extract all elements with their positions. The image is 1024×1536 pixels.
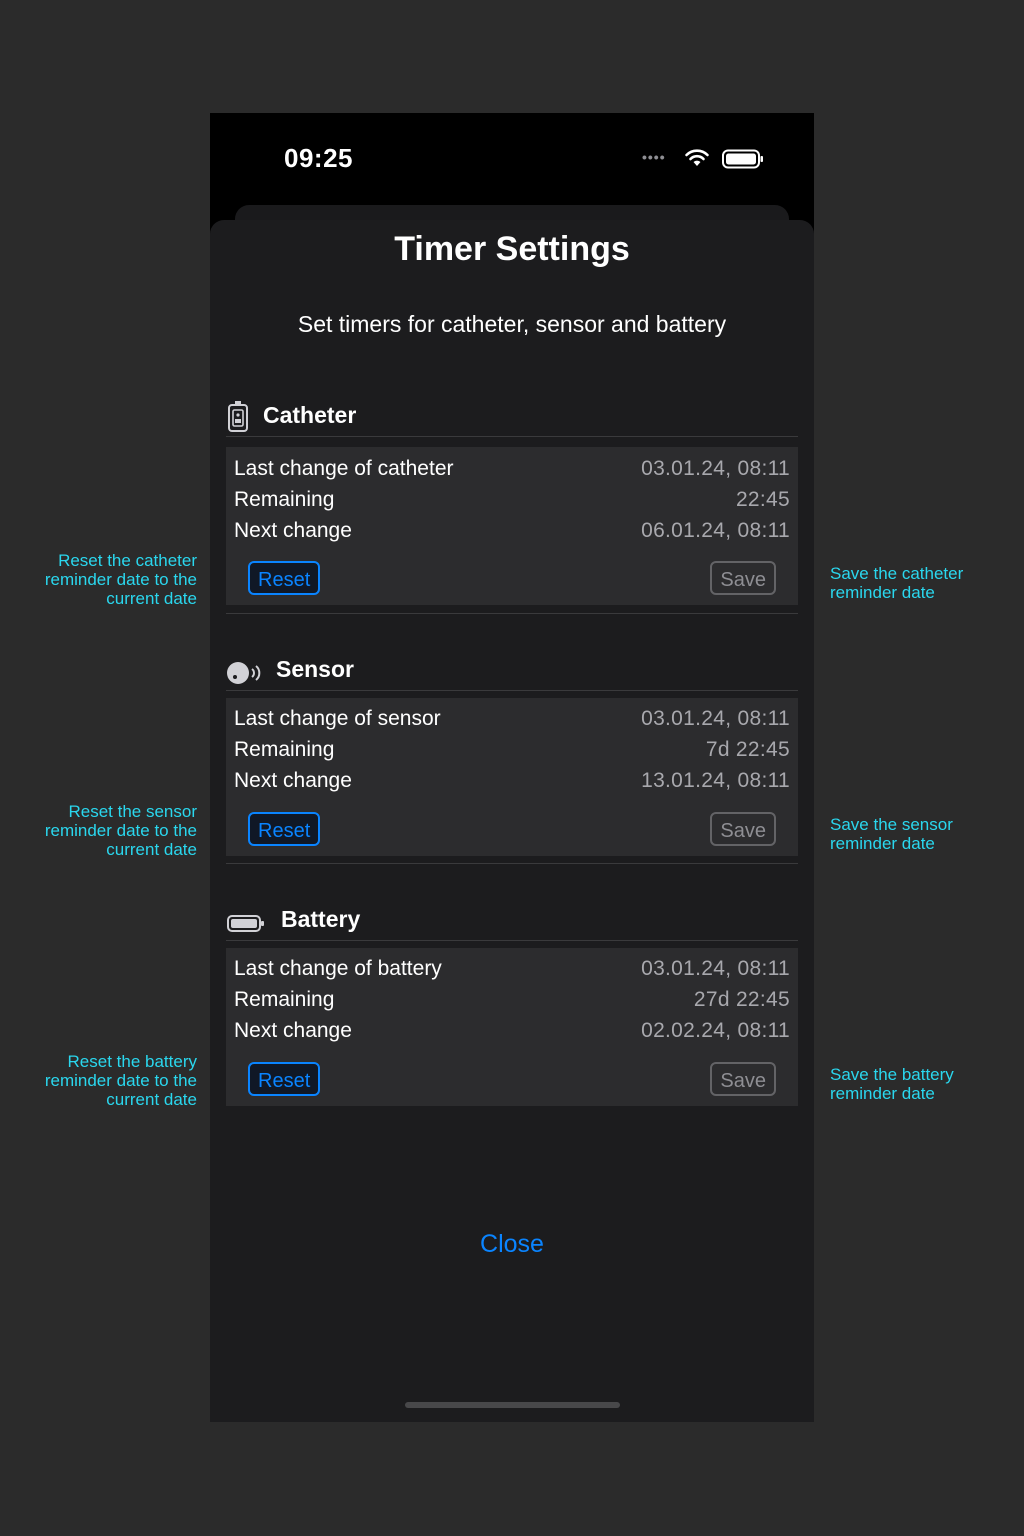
row-label: Next change	[234, 519, 352, 542]
sensor-next-change-row: Next change 13.01.24, 08:11	[234, 769, 790, 799]
row-value: 03.01.24, 08:11	[641, 707, 790, 730]
annotation-line: current date	[106, 840, 197, 859]
row-label: Remaining	[234, 738, 335, 761]
annotation-battery-reset: Reset the battery reminder date to the c…	[0, 1052, 197, 1109]
annotation-sensor-save: Save the sensor reminder date	[830, 815, 1020, 853]
annotation-line: Reset the sensor	[68, 802, 197, 821]
sensor-card: Last change of sensor 03.01.24, 08:11 Re…	[226, 698, 798, 856]
sensor-icon	[227, 662, 261, 684]
annotation-battery-save: Save the battery reminder date	[830, 1065, 1020, 1103]
sheet-title: Timer Settings	[394, 230, 630, 268]
catheter-section-header: Catheter	[226, 400, 798, 437]
home-indicator	[405, 1402, 620, 1408]
row-value: 02.02.24, 08:11	[641, 1019, 790, 1042]
annotation-line: Save the catheter	[830, 564, 964, 583]
battery-card: Last change of battery 03.01.24, 08:11 R…	[226, 948, 798, 1106]
battery-section-title: Battery	[281, 906, 361, 932]
battery-section-header: Battery	[226, 904, 798, 941]
annotation-line: Save the sensor	[830, 815, 953, 834]
annotation-line: reminder date to the	[44, 821, 197, 840]
annotation-line: reminder date	[830, 583, 935, 602]
annotation-line: Save the battery	[830, 1065, 954, 1084]
row-value: 06.01.24, 08:11	[641, 519, 790, 542]
catheter-reset-button[interactable]: Reset	[248, 561, 321, 595]
battery-last-change-row: Last change of battery 03.01.24, 08:11	[234, 957, 790, 987]
battery-status-icon	[722, 149, 763, 169]
status-time: 09:25	[284, 143, 353, 173]
annotation-sensor-reset: Reset the sensor reminder date to the cu…	[0, 802, 197, 859]
row-value: 7d 22:45	[705, 738, 790, 761]
section-divider	[226, 863, 798, 864]
row-value: 03.01.24, 08:11	[641, 457, 790, 480]
row-value: 13.01.24, 08:11	[641, 769, 790, 792]
catheter-icon	[228, 401, 248, 432]
battery-icon	[227, 915, 264, 932]
battery-remaining-row: Remaining 27d 22:45	[234, 988, 790, 1018]
catheter-next-change-row: Next change 06.01.24, 08:11	[234, 519, 790, 549]
row-value: 27d 22:45	[693, 988, 790, 1011]
row-label: Last change of battery	[234, 957, 442, 980]
section-divider	[226, 613, 798, 614]
close-button[interactable]: Close	[210, 1230, 814, 1259]
annotation-line: Reset the catheter	[58, 551, 197, 570]
row-value: 03.01.24, 08:11	[641, 957, 790, 980]
battery-save-button[interactable]: Save	[710, 1062, 776, 1096]
sheet-subtitle: Set timers for catheter, sensor and batt…	[297, 311, 727, 337]
battery-next-change-row: Next change 02.02.24, 08:11	[234, 1019, 790, 1049]
annotation-catheter-reset: Reset the catheter reminder date to the …	[0, 551, 197, 608]
sensor-last-change-row: Last change of sensor 03.01.24, 08:11	[234, 707, 790, 737]
row-label: Remaining	[234, 488, 335, 511]
sensor-reset-button[interactable]: Reset	[248, 812, 321, 846]
sensor-section-header: Sensor	[226, 654, 798, 691]
catheter-last-change-row: Last change of catheter 03.01.24, 08:11	[234, 457, 790, 487]
annotation-line: reminder date to the	[44, 570, 197, 589]
sensor-save-button[interactable]: Save	[710, 812, 776, 846]
annotation-line: current date	[106, 1090, 197, 1109]
annotation-line: current date	[106, 589, 197, 608]
annotation-line: reminder date	[830, 834, 935, 853]
row-label: Remaining	[234, 988, 335, 1011]
row-label: Next change	[234, 769, 352, 792]
catheter-save-button[interactable]: Save	[710, 561, 776, 595]
catheter-remaining-row: Remaining 22:45	[234, 488, 790, 518]
sensor-section-title: Sensor	[276, 656, 354, 682]
catheter-section-title: Catheter	[263, 402, 357, 428]
wifi-icon	[685, 149, 709, 166]
row-value: 22:45	[735, 488, 790, 511]
annotation-catheter-save: Save the catheter reminder date	[830, 564, 1020, 602]
row-label: Last change of sensor	[234, 707, 441, 730]
phone-screen: 09:25 •••• Timer Settings Set timers for…	[210, 113, 814, 1422]
row-label: Last change of catheter	[234, 457, 454, 480]
catheter-card: Last change of catheter 03.01.24, 08:11 …	[226, 447, 798, 605]
battery-reset-button[interactable]: Reset	[248, 1062, 321, 1096]
sensor-remaining-row: Remaining 7d 22:45	[234, 738, 790, 768]
row-label: Next change	[234, 1019, 352, 1042]
cellular-signal-icon: ••••	[642, 149, 666, 165]
annotation-line: Reset the battery	[67, 1052, 197, 1071]
annotation-line: reminder date to the	[44, 1071, 197, 1090]
annotation-line: reminder date	[830, 1084, 935, 1103]
